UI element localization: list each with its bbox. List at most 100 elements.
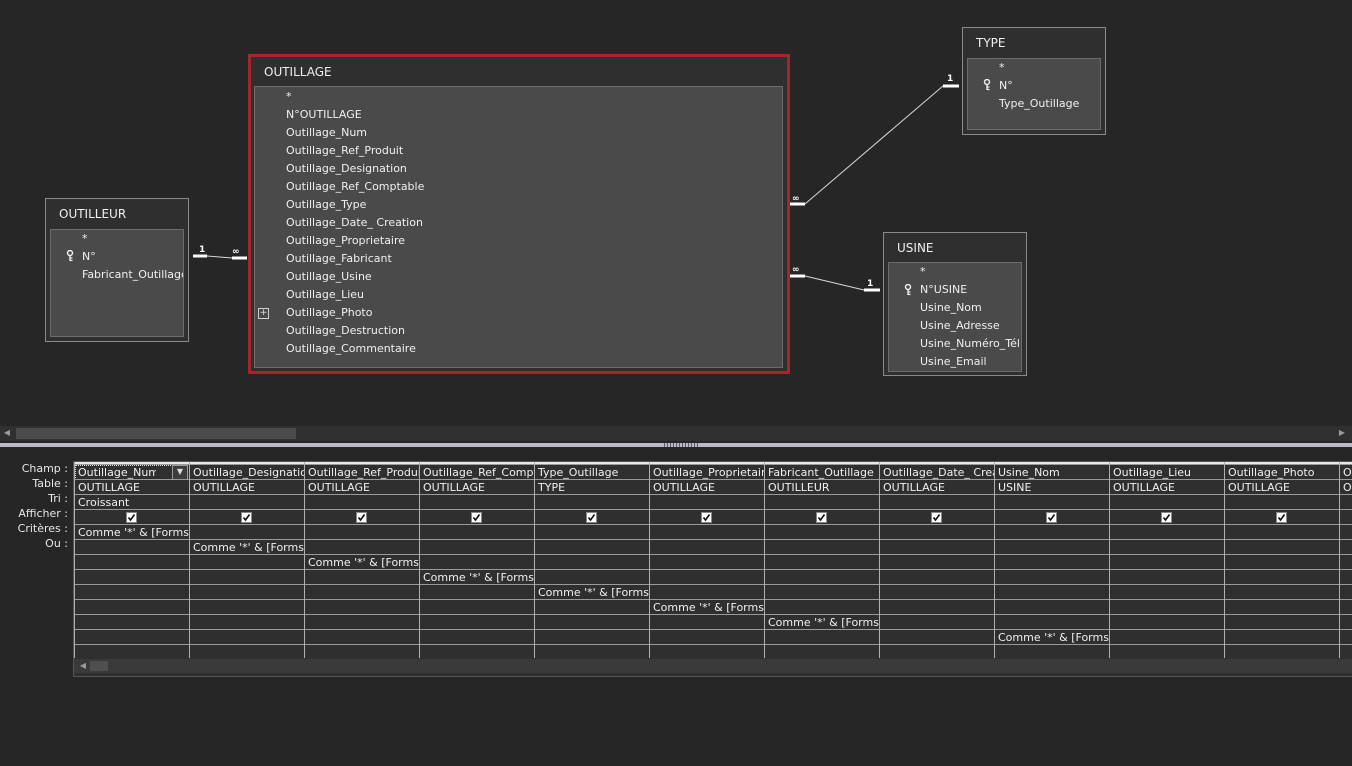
show-checkbox[interactable] <box>241 512 252 523</box>
diagram-horizontal-scrollbar[interactable]: ◀ ▶ <box>0 426 1352 441</box>
criteria-cell[interactable]: Comme '*' & [Forms]![ <box>650 600 764 615</box>
field-item[interactable]: Outillage_Commentaire <box>286 340 416 358</box>
show-checkbox[interactable] <box>471 512 482 523</box>
sort-cell[interactable] <box>305 495 419 510</box>
field-item[interactable]: * <box>286 88 292 106</box>
field-item[interactable]: Usine_Numéro_Tél <box>920 335 1020 353</box>
sort-cell[interactable] <box>1110 495 1224 510</box>
sort-cell[interactable] <box>880 495 994 510</box>
field-item[interactable]: Outillage_Designation <box>286 160 407 178</box>
table-cell[interactable]: OUTILLAGE <box>190 480 304 495</box>
table-cell[interactable]: TYPE <box>535 480 649 495</box>
relationship-canvas[interactable]: 1 ∞ ∞ 1 ∞ 1 OUTILLEUR * N° Fabricant_Out… <box>0 0 1352 426</box>
field-cell[interactable]: Outillage_Ref_Produi <box>305 465 419 480</box>
show-checkbox[interactable] <box>816 512 827 523</box>
scroll-left-arrow-icon[interactable]: ◀ <box>78 660 88 672</box>
field-item[interactable]: Outillage_Ref_Comptable <box>286 178 424 196</box>
show-checkbox[interactable] <box>1046 512 1057 523</box>
table-outilleur[interactable]: OUTILLEUR * N° Fabricant_Outillage <box>45 198 189 342</box>
sort-cell[interactable] <box>535 495 649 510</box>
sort-cell[interactable] <box>995 495 1109 510</box>
sort-cell[interactable] <box>765 495 879 510</box>
scroll-left-arrow-icon[interactable]: ◀ <box>2 427 12 439</box>
table-cell[interactable]: OUTILLAGE <box>420 480 534 495</box>
field-item[interactable]: N°OUTILLAGE <box>286 106 362 124</box>
grid-horizontal-scrollbar[interactable]: ◀ <box>74 659 1352 673</box>
table-cell[interactable]: OUTILLEUR <box>765 480 879 495</box>
show-checkbox[interactable] <box>126 512 137 523</box>
criteria-cell[interactable]: Comme '*' & [Forms]![ <box>305 555 419 570</box>
field-cell[interactable]: Outillage_Proprietaire <box>650 465 764 480</box>
field-item[interactable]: Usine_Nom <box>920 299 982 317</box>
table-type[interactable]: TYPE * N° Type_Outillage <box>962 27 1106 135</box>
field-item[interactable]: * <box>920 263 926 281</box>
table-usine[interactable]: USINE * N°USINE Usine_Nom Usine_Adresse … <box>883 232 1027 376</box>
table-cell[interactable]: OUTILLAGE <box>650 480 764 495</box>
splitter-grip-icon[interactable] <box>664 443 700 447</box>
field-list[interactable]: * N° Type_Outillage <box>967 58 1101 130</box>
sort-cell[interactable] <box>420 495 534 510</box>
field-item[interactable]: N° <box>999 77 1013 95</box>
criteria-cell[interactable]: Comme '*' & [Forms]![ <box>75 525 189 540</box>
show-checkbox[interactable] <box>931 512 942 523</box>
table-outillage[interactable]: OUTILLAGE * N°OUTILLAGE Outillage_Num Ou… <box>248 54 790 374</box>
show-checkbox[interactable] <box>701 512 712 523</box>
scroll-thumb[interactable] <box>90 661 108 671</box>
scroll-thumb[interactable] <box>16 428 296 439</box>
table-cell[interactable]: OUTILLAGE <box>1225 480 1339 495</box>
criteria-cell[interactable]: Comme '*' & [Forms]![ <box>535 585 649 600</box>
field-cell[interactable]: Outillage_Num <box>75 465 156 480</box>
criteria-cell[interactable]: Comme '*' & [Forms]![ <box>420 570 534 585</box>
field-item[interactable]: Fabricant_Outillage <box>82 266 183 284</box>
table-cell[interactable]: USINE <box>995 480 1109 495</box>
field-item[interactable]: Outillage_Photo <box>286 304 372 322</box>
table-cell[interactable]: OUTILLAGE <box>75 480 189 495</box>
field-item[interactable]: Outillage_Fabricant <box>286 250 392 268</box>
field-cell[interactable]: Outillage_Lieu <box>1110 465 1224 480</box>
show-checkbox[interactable] <box>356 512 367 523</box>
query-design-grid[interactable]: ▼ Outillage_Num OUTILLAGE Croissant Comme '… <box>73 461 1352 677</box>
field-cell[interactable]: Outillage_Designatio <box>190 465 304 480</box>
field-item[interactable]: Outillage_Num <box>286 124 367 142</box>
show-checkbox[interactable] <box>1276 512 1287 523</box>
sort-cell[interactable] <box>1340 495 1352 510</box>
show-checkbox[interactable] <box>1161 512 1172 523</box>
field-item[interactable]: Outillage_Date_ Creation <box>286 214 423 232</box>
field-item[interactable]: Outillage_Usine <box>286 268 372 286</box>
table-cell[interactable]: OUTILLAGE <box>305 480 419 495</box>
field-cell[interactable]: O <box>1340 465 1352 480</box>
field-list[interactable]: * N°OUTILLAGE Outillage_Num Outillage_Re… <box>254 86 783 368</box>
criteria-cell[interactable]: Comme '*' & [Forms]![ <box>765 615 879 630</box>
criteria-cell[interactable]: Comme '*' & [Forms]![ <box>995 630 1109 645</box>
field-cell[interactable]: Outillage_Ref_Compt <box>420 465 534 480</box>
criteria-cell[interactable]: Comme '*' & [Forms]![ <box>190 540 304 555</box>
field-list[interactable]: * N° Fabricant_Outillage <box>50 229 184 337</box>
field-item[interactable]: Type_Outillage <box>999 95 1079 113</box>
field-list[interactable]: * N°USINE Usine_Nom Usine_Adresse Usine_… <box>888 262 1022 372</box>
field-cell[interactable]: Usine_Nom <box>995 465 1109 480</box>
field-item[interactable]: Usine_Adresse <box>920 317 1000 335</box>
table-cell[interactable]: OUTILLAGE <box>880 480 994 495</box>
field-cell[interactable]: Type_Outillage <box>535 465 649 480</box>
show-checkbox[interactable] <box>586 512 597 523</box>
field-item[interactable]: Outillage_Type <box>286 196 366 214</box>
sort-cell[interactable] <box>650 495 764 510</box>
field-item[interactable]: Outillage_Destruction <box>286 322 405 340</box>
field-item[interactable]: * <box>999 59 1005 77</box>
field-cell[interactable]: Outillage_Date_ Creat <box>880 465 994 480</box>
sort-cell[interactable] <box>1225 495 1339 510</box>
field-item[interactable]: Outillage_Ref_Produit <box>286 142 403 160</box>
scroll-right-arrow-icon[interactable]: ▶ <box>1337 427 1347 439</box>
field-item[interactable]: Outillage_Lieu <box>286 286 364 304</box>
field-dropdown-button[interactable]: ▼ <box>172 465 188 480</box>
sort-cell[interactable] <box>190 495 304 510</box>
field-item[interactable]: * <box>82 230 88 248</box>
field-item[interactable]: Outillage_Proprietaire <box>286 232 405 250</box>
field-cell[interactable]: Fabricant_Outillage <box>765 465 879 480</box>
sort-cell[interactable]: Croissant <box>75 495 189 510</box>
table-cell[interactable]: O <box>1340 480 1352 495</box>
field-item[interactable]: Usine_Email <box>920 353 987 371</box>
expand-icon[interactable]: + <box>258 308 269 319</box>
field-item[interactable]: N°USINE <box>920 281 967 299</box>
table-cell[interactable]: OUTILLAGE <box>1110 480 1224 495</box>
